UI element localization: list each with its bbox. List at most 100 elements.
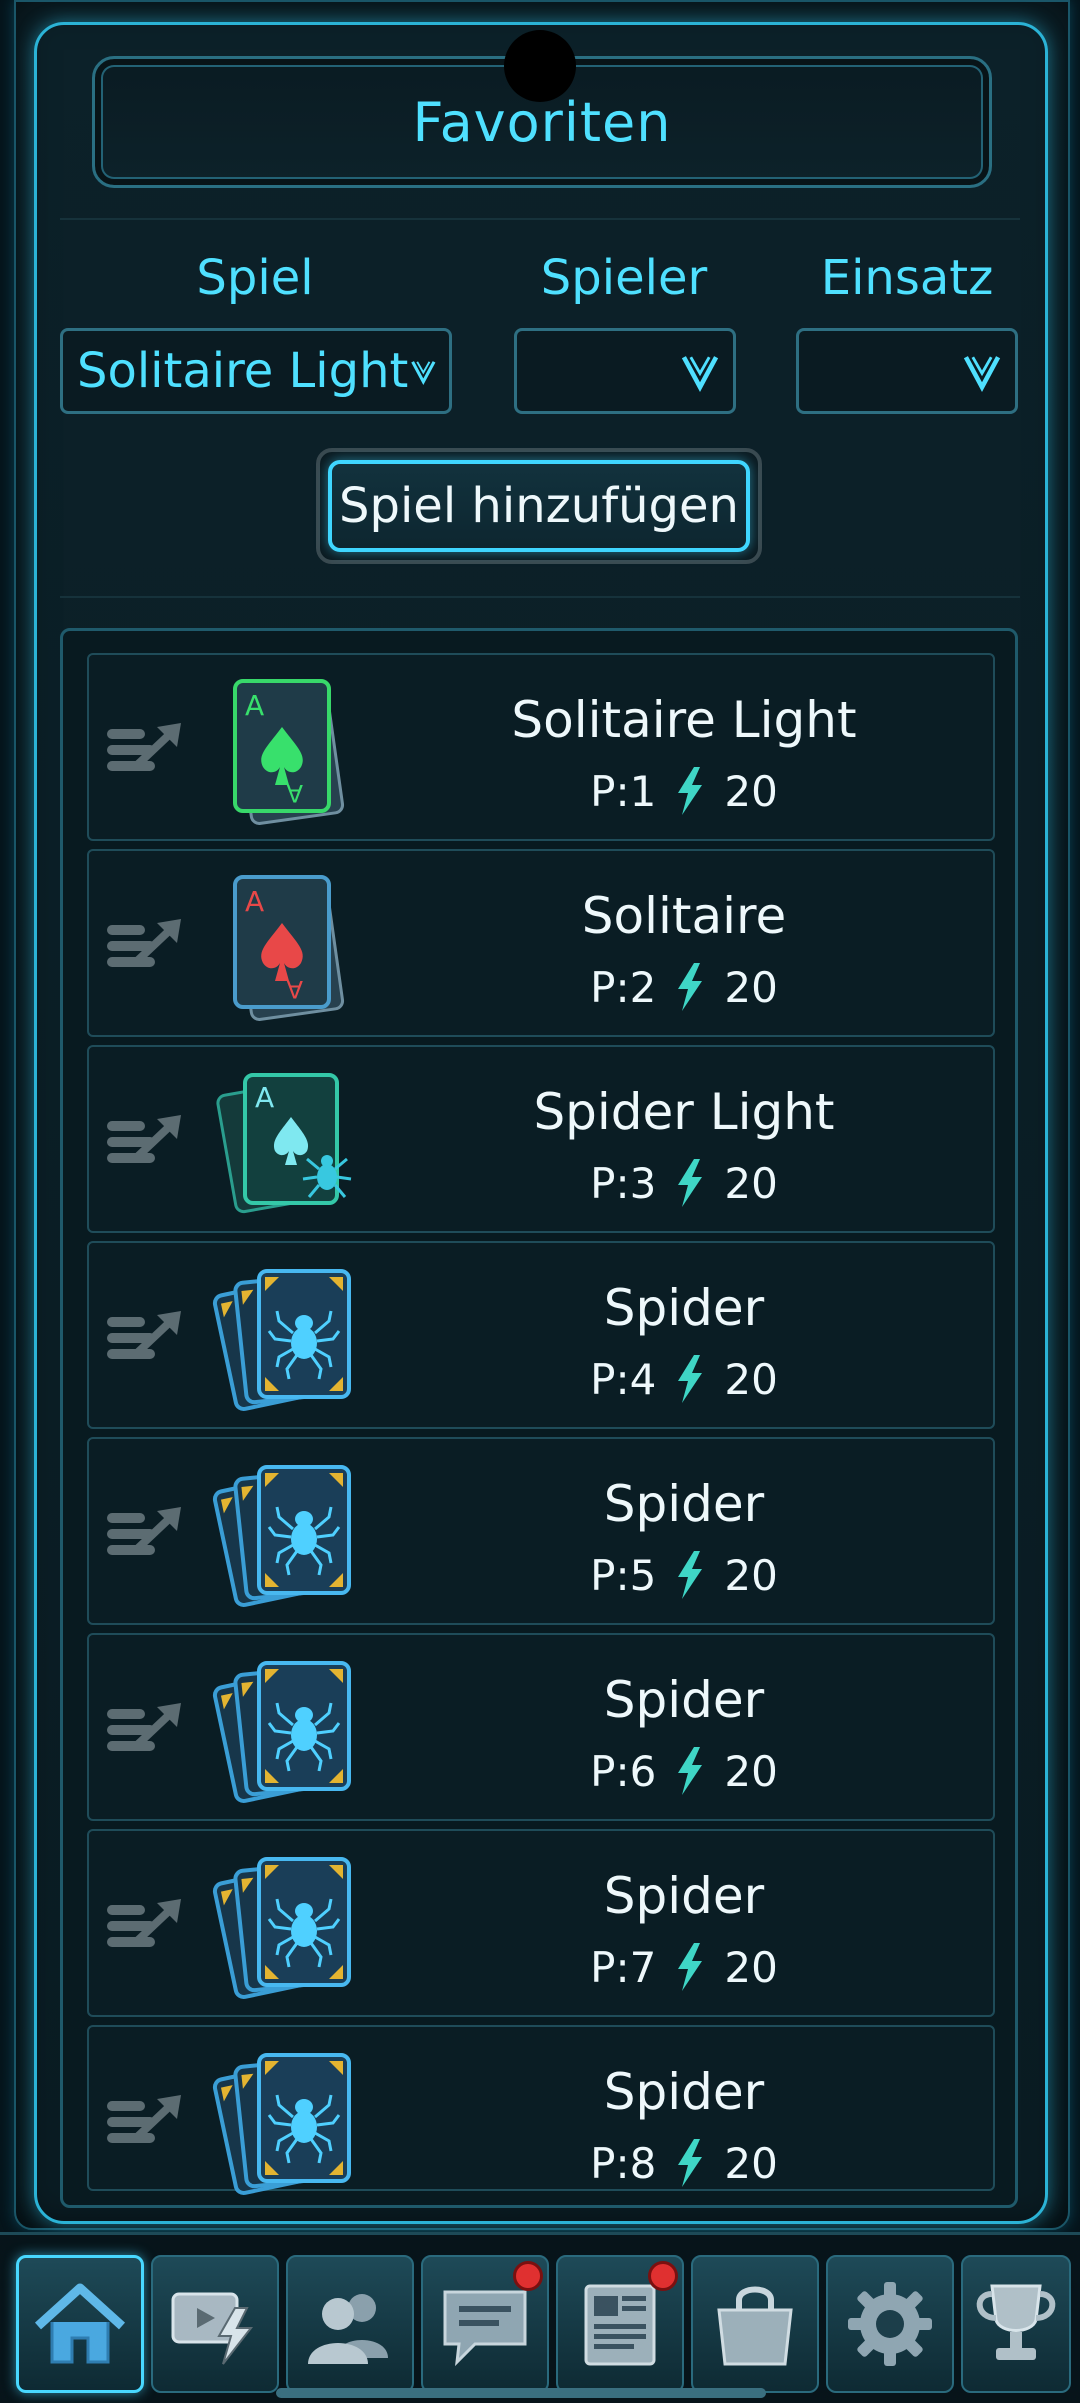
favorite-row[interactable]: Spider P:7 20 xyxy=(87,1829,995,2017)
nav-settings-button[interactable] xyxy=(826,2255,954,2393)
chevron-down-icon xyxy=(681,356,719,392)
game-select[interactable]: Solitaire Light xyxy=(60,328,452,414)
stake-label: Einsatz xyxy=(820,250,994,306)
svg-text:A: A xyxy=(245,689,264,722)
game-name: Spider xyxy=(603,2063,765,2121)
bolt-icon xyxy=(672,1745,708,1797)
move-arrow-icon[interactable] xyxy=(105,915,189,979)
move-arrow-icon[interactable] xyxy=(105,1503,189,1567)
stake-select[interactable] xyxy=(796,328,1018,414)
game-name: Spider Light xyxy=(533,1083,835,1141)
player-count: P:7 xyxy=(590,1942,657,1992)
game-name: Solitaire xyxy=(581,887,787,945)
favorite-row[interactable]: A Spider Light P:3 20 xyxy=(87,1045,995,1233)
game-meta: P:2 20 xyxy=(389,961,979,1013)
home-indicator[interactable] xyxy=(276,2388,766,2398)
player-count: P:1 xyxy=(590,766,657,816)
game-meta: P:3 20 xyxy=(389,1157,979,1209)
spider-icon xyxy=(207,1257,367,1417)
game-name: Spider xyxy=(603,1671,765,1729)
favorite-row[interactable]: Spider P:8 20 xyxy=(87,2025,995,2191)
favorites-list[interactable]: A A Solitaire Light P:1 20 A A Solitaire… xyxy=(60,628,1018,2208)
bolt-icon xyxy=(672,2137,708,2189)
game-label: Spiel xyxy=(196,250,314,306)
divider xyxy=(60,596,1020,598)
game-meta: P:7 20 xyxy=(389,1941,979,1993)
stake-value: 20 xyxy=(724,1942,778,1992)
stake-value: 20 xyxy=(724,1550,778,1600)
game-meta: P:8 20 xyxy=(389,2137,979,2189)
bottom-navigation xyxy=(0,2232,1080,2403)
game-select-value: Solitaire Light xyxy=(77,343,409,399)
bolt-icon xyxy=(672,961,708,1013)
player-count: P:6 xyxy=(590,1746,657,1796)
stake-value: 20 xyxy=(724,1746,778,1796)
nav-home-button[interactable] xyxy=(16,2255,144,2393)
spider-icon xyxy=(207,1649,367,1809)
stake-value: 20 xyxy=(724,766,778,816)
bolt-icon xyxy=(672,765,708,817)
favorite-row[interactable]: Spider P:4 20 xyxy=(87,1241,995,1429)
stake-value: 20 xyxy=(724,2138,778,2188)
move-arrow-icon[interactable] xyxy=(105,1699,189,1763)
game-meta: P:4 20 xyxy=(389,1353,979,1405)
nav-trophy-button[interactable] xyxy=(961,2255,1071,2393)
spider-icon xyxy=(207,1453,367,1613)
bolt-icon xyxy=(672,1353,708,1405)
nav-tv-button[interactable] xyxy=(151,2255,279,2393)
move-arrow-icon[interactable] xyxy=(105,719,189,783)
trophy-icon xyxy=(976,2284,1056,2360)
stake-value: 20 xyxy=(724,962,778,1012)
game-meta: P:1 20 xyxy=(389,765,979,817)
player-count: P:2 xyxy=(590,962,657,1012)
player-count: P:4 xyxy=(590,1354,657,1404)
spider-light-icon: A xyxy=(216,1073,352,1214)
game-name: Spider xyxy=(603,1475,765,1533)
favorite-row[interactable]: Spider P:5 20 xyxy=(87,1437,995,1625)
players-select[interactable] xyxy=(514,328,736,414)
nav-shop-button[interactable] xyxy=(691,2255,819,2393)
bolt-icon xyxy=(672,1157,708,1209)
favorite-row[interactable]: A A Solitaire P:2 20 xyxy=(87,849,995,1037)
add-game-button-label: Spiel hinzufügen xyxy=(328,460,750,552)
favorite-row[interactable]: A A Solitaire Light P:1 20 xyxy=(87,653,995,841)
solitaire-icon: A A xyxy=(233,875,345,1021)
favorite-row[interactable]: Spider P:6 20 xyxy=(87,1633,995,1821)
svg-text:A: A xyxy=(286,975,303,1003)
notification-badge xyxy=(648,2261,678,2291)
spider-icon xyxy=(207,2041,367,2201)
spider-icon xyxy=(207,1845,367,2005)
move-arrow-icon[interactable] xyxy=(105,1111,189,1175)
bolt-icon xyxy=(672,1941,708,1993)
solitaire-light-icon: A A xyxy=(233,679,345,825)
svg-text:A: A xyxy=(255,1081,274,1114)
game-name: Spider xyxy=(603,1279,765,1337)
game-meta: P:6 20 xyxy=(389,1745,979,1797)
chevron-down-icon xyxy=(411,361,436,385)
camera-notch xyxy=(504,30,576,102)
notification-badge xyxy=(513,2261,543,2291)
move-arrow-icon[interactable] xyxy=(105,1307,189,1371)
shop-bag-icon xyxy=(717,2286,793,2366)
nav-friends-button[interactable] xyxy=(286,2255,414,2393)
nav-news-button[interactable] xyxy=(556,2255,684,2393)
game-name: Spider xyxy=(603,1867,765,1925)
game-name: Solitaire Light xyxy=(511,691,857,749)
stake-value: 20 xyxy=(724,1158,778,1208)
settings-gear-icon xyxy=(848,2282,932,2366)
nav-chat-button[interactable] xyxy=(421,2255,549,2393)
home-icon xyxy=(34,2283,126,2364)
player-count: P:3 xyxy=(590,1158,657,1208)
svg-text:A: A xyxy=(286,779,303,807)
tv-bolt-icon xyxy=(171,2292,254,2365)
player-count: P:8 xyxy=(590,2138,657,2188)
bolt-icon xyxy=(672,1549,708,1601)
move-arrow-icon[interactable] xyxy=(105,2091,189,2155)
add-game-button[interactable]: Spiel hinzufügen xyxy=(316,448,762,564)
game-meta: P:5 20 xyxy=(389,1549,979,1601)
svg-text:A: A xyxy=(245,885,264,918)
stake-value: 20 xyxy=(724,1354,778,1404)
players-label: Spieler xyxy=(540,250,708,306)
move-arrow-icon[interactable] xyxy=(105,1895,189,1959)
divider xyxy=(60,218,1020,220)
